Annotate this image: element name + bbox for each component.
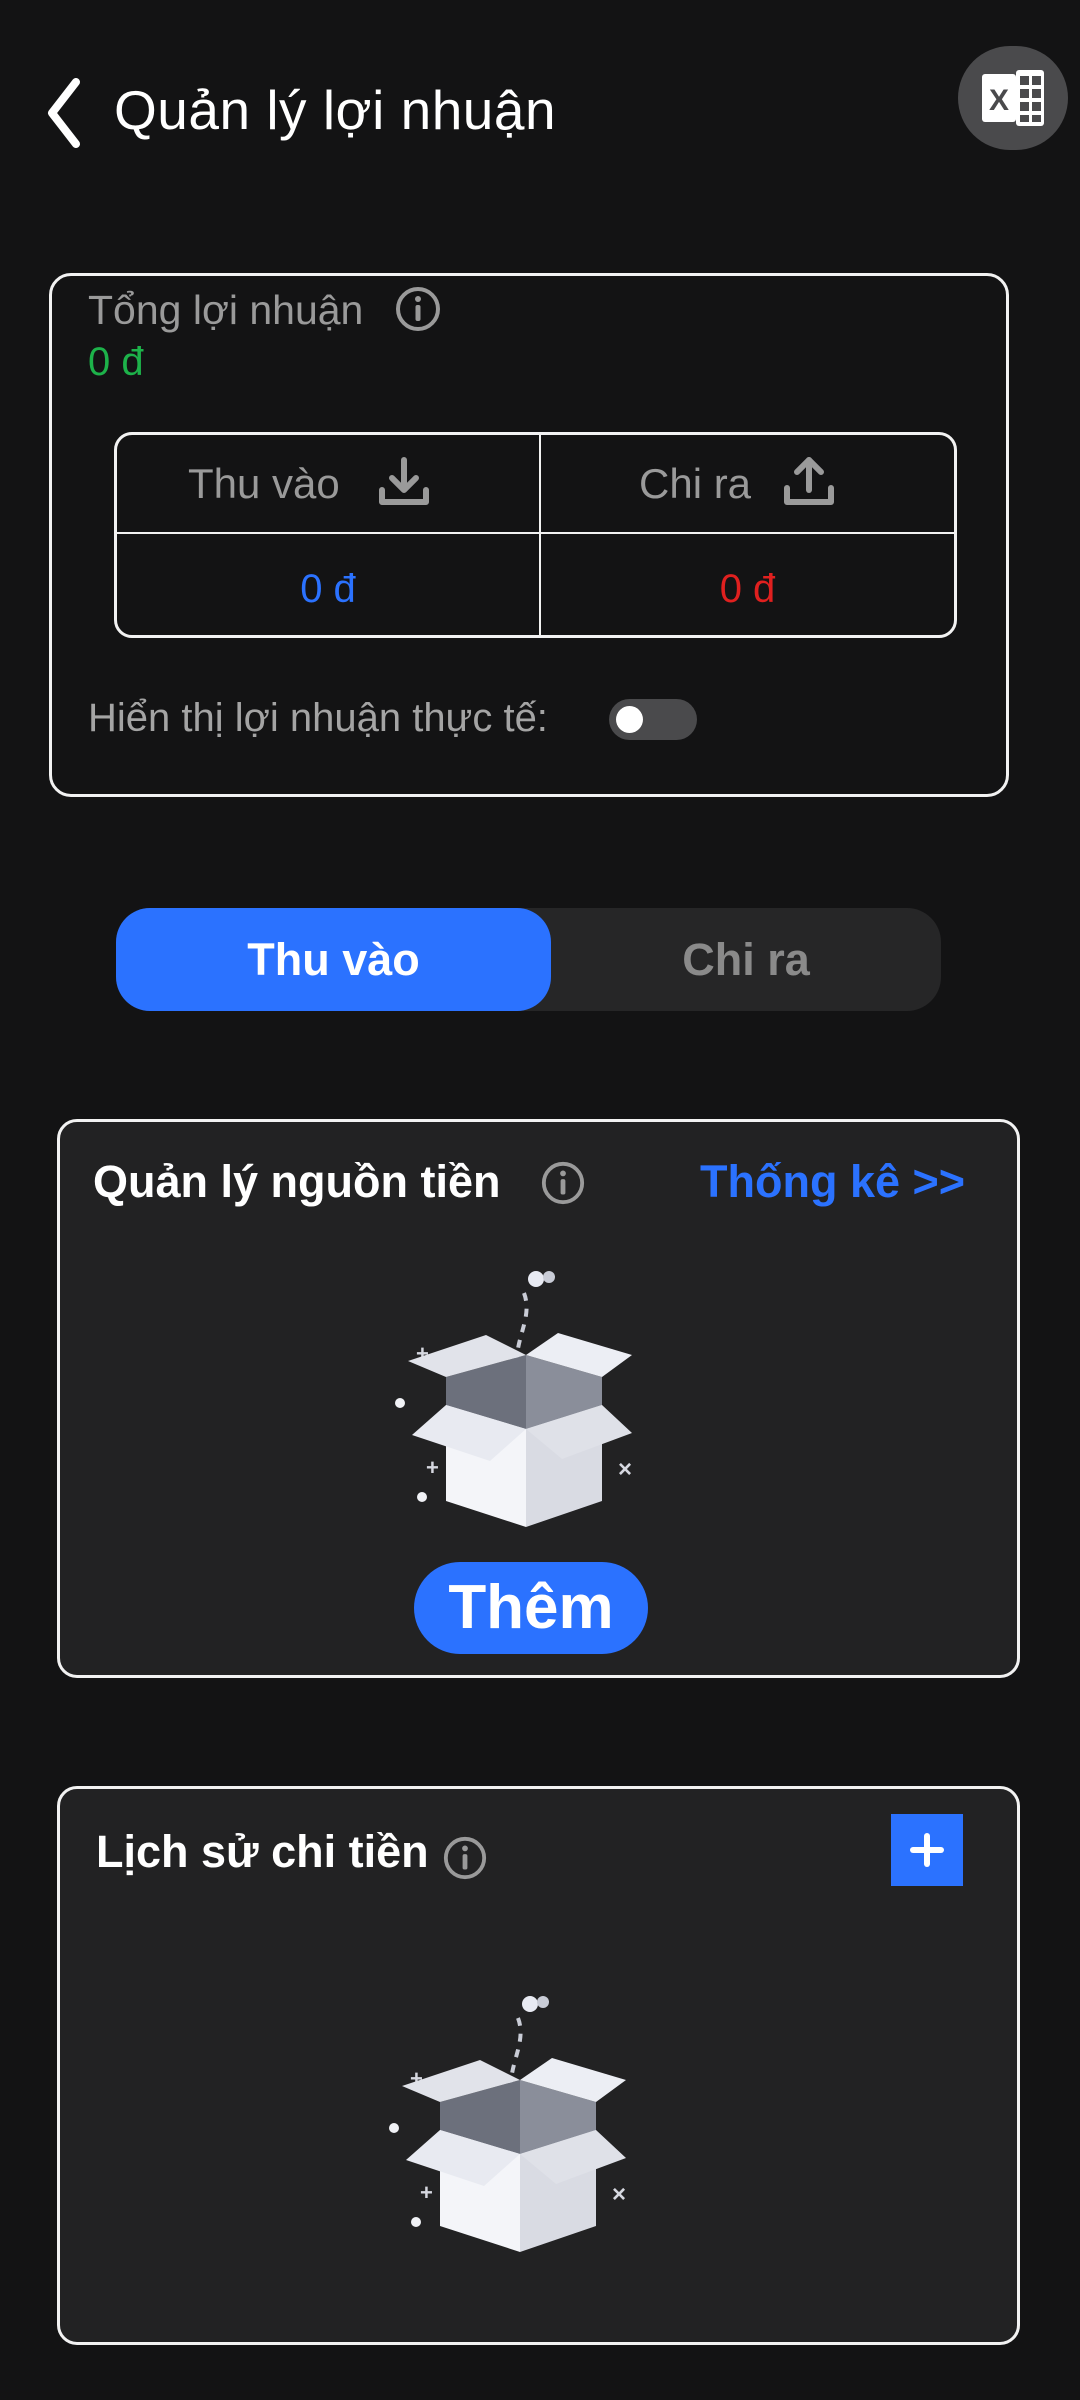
actual-profit-toggle[interactable] [609,699,697,740]
add-button[interactable]: Thêm [414,1562,648,1654]
income-label: Thu vào [188,460,340,507]
tab-income[interactable]: Thu vào [116,908,551,1011]
svg-text:+: + [420,2180,433,2205]
info-icon[interactable] [540,1160,586,1211]
download-icon [376,454,432,515]
money-sources-title: Quản lý nguồn tiền [93,1156,501,1207]
plus-icon [910,1833,944,1867]
expense-value: 0 đ [719,567,776,611]
expense-label: Chi ra [639,460,752,507]
toggle-knob [616,706,643,733]
info-icon[interactable] [394,285,442,338]
excel-icon: X [982,70,1044,126]
tab-expense[interactable]: Chi ra [551,908,941,1011]
total-profit-value: 0 đ [88,340,144,384]
back-button[interactable] [44,78,84,148]
income-value: 0 đ [300,567,356,611]
page-title: Quản lý lợi nhuận [114,79,557,141]
chevron-left-icon [48,78,80,148]
actual-profit-label: Hiển thị lợi nhuận thực tế: [88,696,548,740]
table-divider [117,532,954,534]
empty-box-icon: + + × [386,1265,646,1540]
svg-text:×: × [618,1456,632,1483]
svg-text:+: + [426,1455,439,1480]
add-expense-button[interactable] [891,1814,963,1886]
spending-history-title: Lịch sử chi tiền [96,1826,429,1877]
export-excel-button[interactable]: X [958,46,1068,150]
empty-box-icon: + + × [380,1990,640,2265]
svg-text:X: X [989,84,1009,117]
statistics-link[interactable]: Thống kê >> [700,1150,965,1214]
svg-text:×: × [612,2181,626,2208]
upload-icon [781,452,837,513]
info-icon[interactable] [442,1835,488,1886]
